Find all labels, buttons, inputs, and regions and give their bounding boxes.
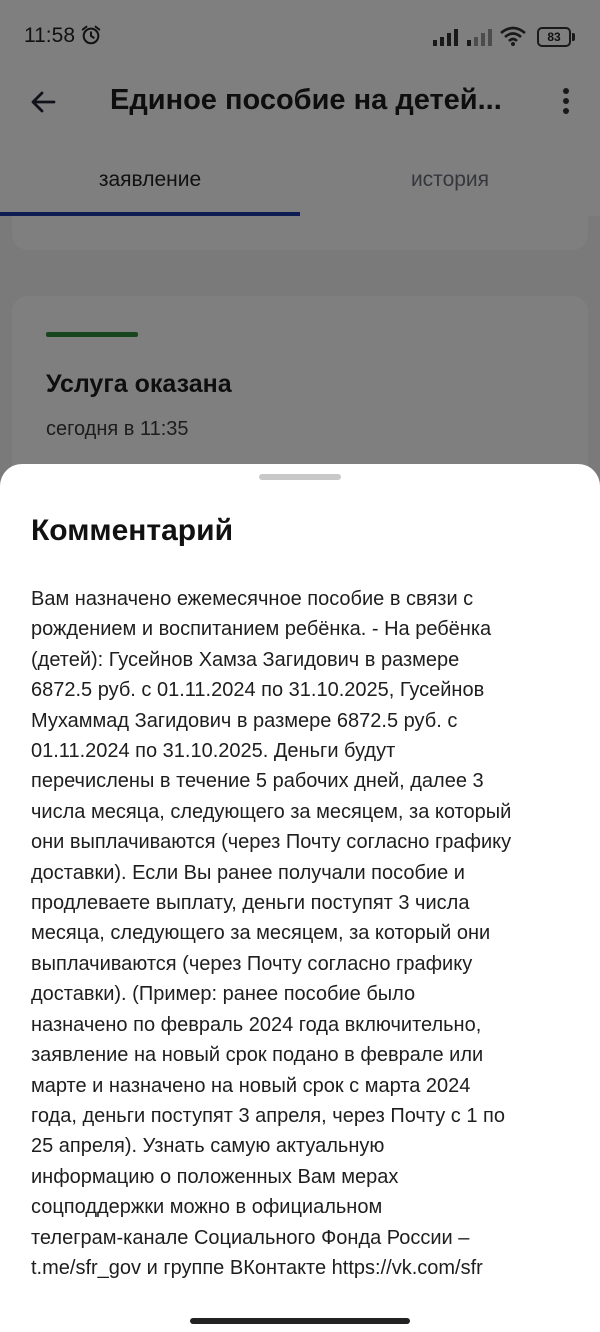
comment-line: 01.11.2024 по 31.10.2025. Деньги будут (31, 740, 396, 763)
comment-line: продлеваете выплату, деньги поступят 3 ч… (31, 892, 470, 915)
comment-line: числа месяца, следующего за месяцем, за … (31, 800, 512, 823)
comment-line: доставки). Если Вы ранее получали пособи… (31, 861, 465, 884)
comment-line: назначено по февраль 2024 года включител… (31, 1013, 482, 1036)
comment-line: Вам назначено ежемесячное пособие в связ… (31, 588, 474, 610)
comment-bottom-sheet: Комментарий Вам назначено ежемесячное по… (0, 464, 600, 1332)
comment-line: телеграм-канале Социального Фонда России… (31, 1226, 470, 1249)
comment-line: соцподдержки можно в официальном (31, 1196, 383, 1219)
comment-line: 25 апреля). Узнать самую актуальную (31, 1135, 385, 1158)
drag-handle[interactable] (259, 474, 341, 480)
comment-line: доставки). (Пример: ранее пособие было (31, 983, 416, 1006)
sheet-title: Комментарий (31, 514, 234, 547)
comment-line: выплачиваются (через Почту согласно граф… (31, 952, 473, 975)
comment-line: перечислены в течение 5 рабочих дней, да… (31, 770, 484, 793)
comment-line: Мухаммад Загидович в размере 6872.5 руб.… (31, 709, 458, 732)
comment-line: информацию о положенных Вам мерах (31, 1165, 399, 1188)
comment-line: t.me/sfr_gov и группе ВКонтакте https://… (31, 1256, 483, 1279)
home-indicator[interactable] (190, 1318, 410, 1324)
comment-line: марте и назначено на новый срок с марта … (31, 1074, 471, 1097)
comment-line: они выплачиваются (через Почту согласно … (31, 831, 512, 854)
comment-line: (детей): Гусейнов Хамза Загидович в разм… (31, 648, 460, 671)
comment-line: 6872.5 руб. с 01.11.2024 по 31.10.2025, … (31, 679, 485, 702)
comment-line: года, деньги поступят 3 апреля, через По… (31, 1104, 505, 1127)
comment-line: рождением и воспитанием ребёнка. - На ре… (31, 618, 492, 641)
comment-line: месяца, следующего за месяцем, за которы… (31, 922, 491, 945)
comment-text: Вам назначено ежемесячное пособие в связ… (31, 584, 576, 1283)
comment-line: заявление на новый срок подано в феврале… (31, 1044, 484, 1067)
